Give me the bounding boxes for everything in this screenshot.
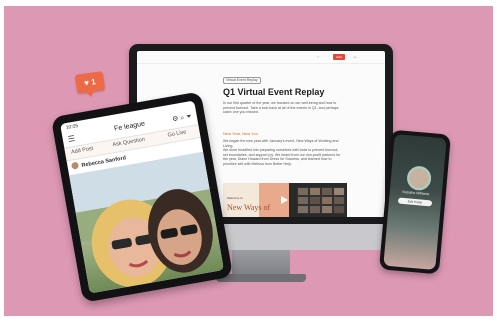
screen-toolbar: ↗ Edit ••• (137, 51, 385, 64)
intro-text: In our first quarter of the year, we foc… (223, 101, 339, 115)
video-caption-small: Welcome to (227, 196, 243, 200)
participant-thumbnail (333, 205, 345, 214)
share-icon[interactable]: ↗ (315, 54, 321, 60)
participant-thumbnail (321, 187, 333, 196)
tab-go-live[interactable]: Go Live (167, 129, 187, 138)
like-notification-badge: ♥ 1 (74, 71, 106, 94)
paragraph-1: We began the new year with January's eve… (223, 139, 339, 148)
phone-screen: Natasha Williams Edit Profile (383, 133, 447, 271)
more-icon[interactable]: ••• (351, 54, 359, 60)
edit-profile-button[interactable]: Edit Profile (397, 197, 433, 207)
stage: ↗ Edit ••• Virtual Event Replay Q1 Virtu… (0, 0, 497, 326)
edit-button[interactable]: Edit (333, 54, 345, 60)
paragraph-2: We dove headfirst into preparing ourselv… (223, 148, 341, 166)
selfie-illustration (69, 151, 215, 288)
participant-thumbnail (321, 196, 333, 205)
search-icon[interactable]: ⌕ (180, 114, 185, 122)
filter-icon[interactable]: ⏷ (186, 113, 193, 121)
monitor-base (216, 274, 306, 282)
participant-thumbnail (309, 187, 321, 196)
participant-thumbnail (309, 196, 321, 205)
participant-thumbnail (321, 205, 333, 214)
tablet-screen: 10:05 ☰ Fe league ⚙ ⌕ ⏷ Add Post Ask Que… (60, 100, 224, 294)
section-heading: New Year, New You (223, 131, 258, 136)
settings-icon[interactable]: ⚙ (172, 116, 179, 124)
post-photo[interactable] (69, 151, 224, 294)
profile-avatar[interactable] (406, 165, 433, 192)
participant-thumbnail (297, 205, 309, 214)
play-icon[interactable] (281, 196, 288, 204)
header-icons: ⚙ ⌕ ⏷ (172, 112, 193, 124)
tab-ask-question[interactable]: Ask Question (112, 137, 145, 149)
video-caption-large: New Ways of (227, 203, 271, 212)
participant-thumbnail (297, 187, 309, 196)
monitor-stand (232, 250, 290, 276)
tablet-device: 10:05 ☰ Fe league ⚙ ⌕ ⏷ Add Post Ask Que… (50, 91, 234, 303)
video-player[interactable]: Welcome to New Ways of (223, 183, 347, 217)
participant-thumbnail (309, 205, 321, 214)
event-tag: Virtual Event Replay (223, 77, 261, 84)
participant-thumbnail (297, 196, 309, 205)
profile-name: Natasha Williams (402, 189, 430, 197)
tab-add-post[interactable]: Add Post (71, 146, 94, 156)
page-title: Q1 Virtual Event Replay (223, 87, 325, 97)
avatar[interactable] (70, 161, 80, 170)
phone-device: Natasha Williams Edit Profile (379, 129, 451, 275)
participant-thumbnail (333, 196, 345, 205)
participant-thumbnail (333, 187, 345, 196)
